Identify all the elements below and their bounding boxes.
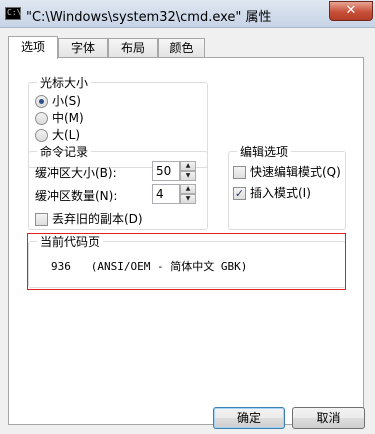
command-history-title: 命令记录 — [37, 143, 92, 160]
console-icon: C:\ — [5, 7, 21, 20]
spin-up-icon[interactable]: ▲ — [180, 184, 196, 194]
radio-button[interactable] — [35, 129, 48, 142]
discard-old-duplicates-label: 丢弃旧的副本(D) — [52, 212, 143, 226]
checkmark-icon[interactable]: ✓ — [233, 187, 246, 200]
cursor-small-label: 小(S) — [52, 94, 81, 108]
ok-button[interactable]: 确定 — [213, 407, 285, 429]
buffer-count-spinner[interactable]: ▲ ▼ — [180, 184, 196, 204]
window-title: "C:\Windows\system32\cmd.exe" 属性 — [26, 10, 272, 25]
cursor-medium-label: 中(M) — [52, 111, 84, 125]
buffer-size-spinner[interactable]: ▲ ▼ — [180, 161, 196, 181]
tab-options[interactable]: 选项 — [8, 36, 58, 59]
spin-down-icon[interactable]: ▼ — [180, 194, 196, 204]
checkbox[interactable] — [35, 213, 48, 226]
command-history-group: 命令记录 缓冲区大小(B): 50 ▲ ▼ 缓冲区数量(N): 4 ▲ ▼ 丢弃… — [28, 143, 208, 230]
edit-options-group: 编辑选项 快速编辑模式(Q) ✓ 插入模式(I) — [228, 143, 346, 230]
tab-font[interactable]: 字体 — [58, 38, 108, 58]
dialog-body: 选项 字体 布局 颜色 光标大小 小(S) 中(M) 大(L) 命令记录 缓冲区… — [0, 28, 375, 434]
checkbox[interactable] — [233, 166, 246, 179]
buffer-count-input[interactable]: 4 — [152, 184, 180, 204]
buffer-size-label: 缓冲区大小(B): — [35, 166, 117, 180]
spin-down-icon[interactable]: ▼ — [180, 171, 196, 181]
cursor-size-title: 光标大小 — [37, 74, 92, 91]
buffer-size-input[interactable]: 50 — [152, 161, 180, 181]
tab-colors[interactable]: 颜色 — [158, 38, 205, 58]
radio-button[interactable] — [35, 95, 48, 108]
radio-button[interactable] — [35, 112, 48, 125]
highlight-box — [27, 233, 346, 290]
insert-mode-label: 插入模式(I) — [250, 186, 311, 200]
cancel-button[interactable]: 取消 — [292, 407, 365, 429]
tab-layout[interactable]: 布局 — [108, 38, 158, 58]
quick-edit-label: 快速编辑模式(Q) — [250, 165, 341, 179]
close-button[interactable]: ✕ — [329, 1, 373, 21]
buffer-count-label: 缓冲区数量(N): — [35, 189, 118, 203]
cursor-large-label: 大(L) — [52, 128, 81, 142]
title-bar[interactable]: C:\ "C:\Windows\system32\cmd.exe" 属性 ✕ — [0, 0, 375, 28]
edit-options-title: 编辑选项 — [237, 143, 292, 160]
spin-up-icon[interactable]: ▲ — [180, 161, 196, 171]
